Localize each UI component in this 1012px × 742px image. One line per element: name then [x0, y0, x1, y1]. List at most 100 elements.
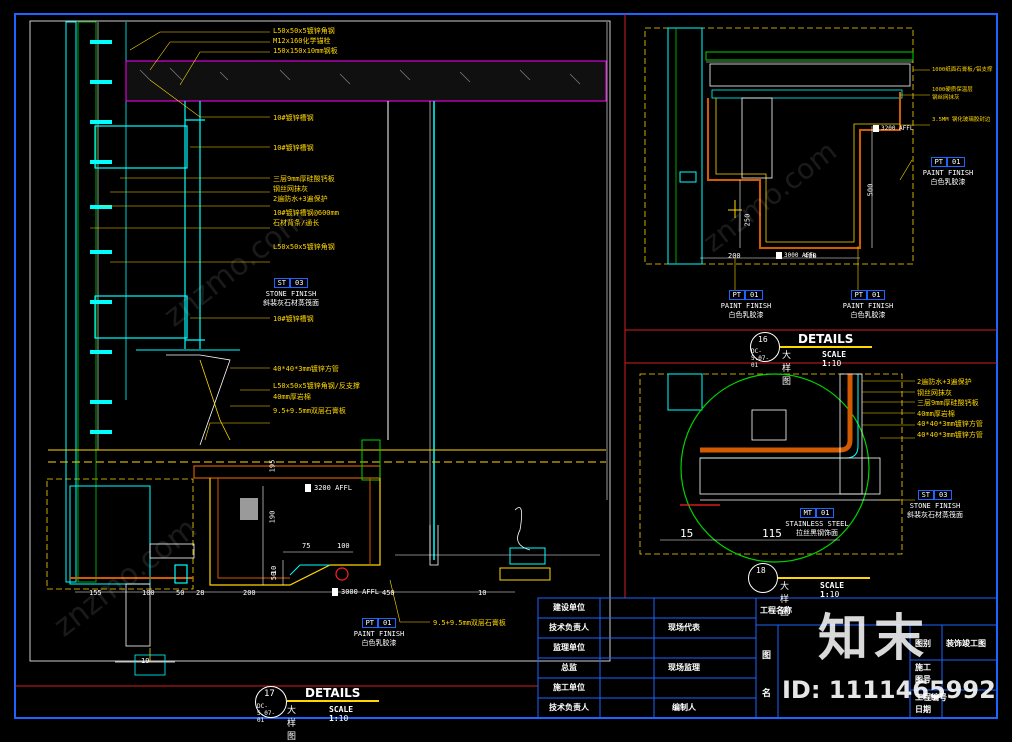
paint-num: 01 — [378, 618, 397, 628]
dim-100b: 100 — [142, 589, 155, 597]
d16-p2-num: 01 — [745, 290, 764, 300]
note-angle-steel-1: L50x50x5镀锌角钢 — [273, 27, 335, 35]
detail16-rule — [780, 346, 872, 348]
paint-tag-left: PT 01 PAINT FINISH 白色乳胶漆 — [346, 618, 412, 648]
dimension-lines — [75, 22, 608, 593]
detail17-heading: DETAILS — [305, 686, 361, 700]
tb-name-label: 名 — [762, 689, 772, 699]
tb-mid-1: 现场代表 — [668, 623, 700, 632]
detail16-sheet: DC-5.07-01 — [751, 348, 770, 369]
d18-note-3: 三层9mm厚硅酸钙板 — [917, 399, 979, 407]
d16-p2-cn: 白色乳胶漆 — [728, 311, 764, 319]
d16-p3-cn: 白色乳胶漆 — [850, 311, 886, 319]
d16-note-2: 1000硬质保温层 — [932, 87, 973, 93]
watermark-brand: 知末 — [818, 609, 930, 667]
detail16-scale-val: 10 — [831, 359, 842, 368]
stone-code: ST — [273, 278, 290, 288]
dim-50: 50 — [270, 571, 279, 581]
note-rock-wool: 40mm厚岩棉 — [273, 393, 311, 401]
detail17-scale: SCALE 1:10 — [329, 705, 353, 723]
d16-notes: 1000纸面石膏板/铝支撑 1000硬质保温层 钢丝网抹灰 3.5MM 钢化玻璃… — [932, 66, 993, 124]
detail18-rule — [778, 577, 870, 579]
left-notes-low: 40*40*3mm镀锌方管 L50x50x5镀锌角钢/反支撑 40mm厚岩棉 9… — [273, 364, 360, 417]
tb-project-label: 工程名称 — [760, 606, 792, 615]
d18-stone-tag: ST 03 STONE FINISH 斜裴灰石材蒸筏面 — [900, 490, 970, 520]
detail17-num: 17 — [264, 689, 275, 699]
paint-code: PT — [361, 618, 378, 628]
tb-mid-3: 现场监理 — [668, 663, 700, 672]
dim-450: 450 — [382, 589, 395, 597]
board-note: 9.5+9.5mm双层石膏板 — [433, 619, 506, 627]
d18-metal-finish: STAINLESS STEEL — [785, 520, 849, 528]
tb-fig-label: 图 — [762, 651, 772, 661]
note-square-tube: 40*40*3mm镀锌方管 — [273, 365, 339, 373]
detail16-boundary — [644, 27, 914, 265]
d16-note-4: 3.5MM 钢化玻璃胶封边 — [932, 117, 991, 123]
d16-p1-finish: PAINT FINISH — [922, 169, 974, 177]
detail16-scale: SCALE 1:10 — [822, 350, 846, 368]
d16-p3-num: 01 — [867, 290, 886, 300]
dim-195: 195 — [268, 459, 277, 473]
detail16-num: 16 — [758, 335, 768, 344]
dim-200: 200 — [243, 589, 256, 597]
level-3200-left: 3200 AFFL — [305, 484, 352, 492]
stone-num: 03 — [290, 278, 309, 288]
d16-paint-tag-1: PT 01 PAINT FINISH 白色乳胶漆 — [916, 157, 980, 187]
paint-cn: 白色乳胶漆 — [361, 639, 397, 647]
d16-note-3: 钢丝网抹灰 — [932, 95, 960, 101]
tb-row-4: 施工单位 — [553, 683, 585, 692]
detail16-leaders — [900, 69, 930, 126]
note-steel-plate: 150x150x10mm钢板 — [273, 47, 338, 55]
d18-stone-code: ST — [917, 490, 934, 500]
ceiling-line — [48, 439, 606, 481]
d16-paint-tag-3: PT 01 PAINT FINISH 白色乳胶漆 — [836, 290, 900, 320]
note-angle-brace: L50x50x5镀锌角钢/反支撑 — [273, 382, 360, 390]
d18-note-5: 40*40*3mm镀锌方管 — [917, 420, 983, 428]
ceiling-hangers — [387, 101, 435, 560]
d16-dim-200: 200 — [728, 252, 741, 260]
d18-note-2: 钢丝网抹灰 — [917, 388, 952, 397]
tb-row-2: 监理单位 — [553, 643, 585, 652]
note-wire-mesh: 钢丝网抹灰 — [273, 185, 308, 193]
d16-p2-finish: PAINT FINISH — [720, 302, 772, 310]
d16-paint-tag-2: PT 01 PAINT FINISH 白色乳胶漆 — [714, 290, 778, 320]
dim-28: 28 — [196, 589, 205, 597]
d18-note-6: 40*40*3mm镀锌方管 — [917, 430, 983, 439]
d18-metal-num: 01 — [816, 508, 835, 518]
tb-mid-4 — [654, 678, 714, 698]
d18-stone-num: 03 — [934, 490, 953, 500]
d16-p1-cn: 白色乳胶漆 — [930, 178, 966, 186]
d16-p3-code: PT — [850, 290, 867, 300]
paint-finish: PAINT FINISH — [353, 630, 405, 638]
slab — [125, 60, 607, 102]
note-channel-2: 10#镀锌槽钢 — [273, 144, 314, 152]
d18-note-1: 2遍防水+3遍保护 — [917, 378, 972, 386]
detail16-cn: 大样图 — [782, 351, 792, 387]
d16-p1-num: 01 — [947, 157, 966, 167]
d18-note-4: 40mm厚岩棉 — [917, 409, 955, 418]
detail17-sheet: DC-5.07-01 — [257, 703, 276, 724]
note-channel-3: 10#镀锌槽钢 — [273, 315, 314, 323]
tb-mid-0 — [654, 598, 714, 618]
detail19-num: 19 — [141, 657, 150, 665]
d18-dim-15: 15 — [680, 527, 694, 540]
tb-row-5: 技术负责人 — [549, 703, 589, 712]
d16-p3-finish: PAINT FINISH — [842, 302, 894, 310]
note-calcium-board: 三层9mm厚硅酸钙板 — [273, 175, 335, 183]
d18-dim-115: 115 — [762, 527, 782, 540]
d16-p1-code: PT — [930, 157, 947, 167]
tb-field-3: 日期 — [915, 705, 931, 714]
stone-finish: STONE FINISH — [265, 290, 317, 298]
note-channel-1: 10#镀锌槽钢 — [273, 114, 314, 122]
d16-p2-code: PT — [728, 290, 745, 300]
detail17-cn: 大样图 — [287, 706, 297, 742]
d18-metal-cn: 拉丝黑钢饰面 — [796, 529, 838, 537]
detail18-leaders — [862, 380, 915, 501]
dim-50b: 50 — [176, 589, 185, 597]
detail18-scale: SCALE 1:10 — [820, 581, 844, 599]
note-gypsum: 9.5+9.5mm双层石膏板 — [273, 407, 346, 415]
dim-75: 75 — [302, 542, 311, 550]
tb-mid-2 — [654, 638, 714, 658]
d16-level-3200: 3200 AFFL — [873, 125, 914, 132]
left-notes: L50x50x5镀锌角钢 M12x160化学锚栓 150x150x10mm钢板 — [273, 26, 338, 56]
